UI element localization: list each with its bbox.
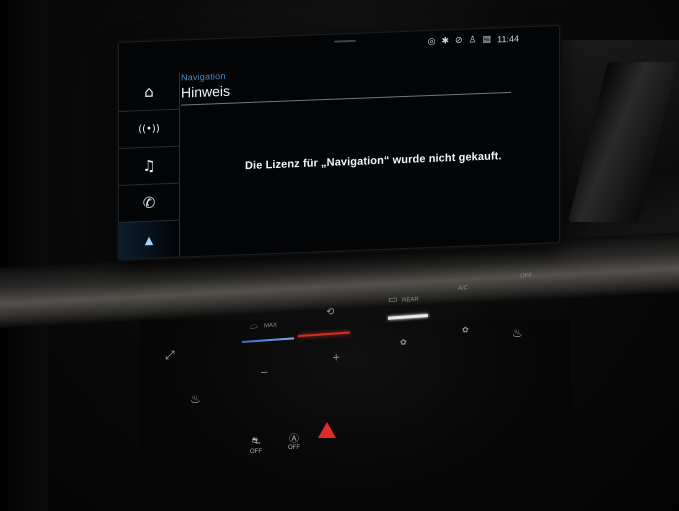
temp-minus-button[interactable]: −: [260, 367, 268, 379]
sidebar-item-media[interactable]: ♫: [119, 146, 179, 186]
fan-right-icon[interactable]: ✿: [462, 325, 469, 334]
rear-indicator: [388, 314, 428, 320]
sim-icon: ▤: [482, 34, 492, 45]
temp-right-indicator: [298, 331, 350, 338]
sidebar-item-phone[interactable]: ✆: [119, 183, 179, 223]
left-dash-edge: [0, 0, 48, 511]
sidebar-item-navigation[interactable]: ▲: [119, 220, 179, 260]
phone-icon: ✆: [142, 193, 156, 213]
music-note-icon: ♫: [142, 156, 156, 176]
recirculation-icon[interactable]: ⟲: [326, 307, 334, 319]
radio-icon: ((•)): [138, 122, 160, 135]
max-label: MAX: [264, 322, 278, 330]
seat-heat-right-icon[interactable]: ♨: [512, 326, 523, 340]
temp-plus-button[interactable]: +: [332, 352, 340, 364]
license-message: Die Lizenz für „Navigation“ wurde nicht …: [245, 150, 502, 173]
home-icon: ⌂: [144, 82, 154, 101]
infotainment-screen: ◎ ✱ ⊘ ♙ ▤ 11:44 ⌂ ((•)) ♫ ✆ ▲ Navigation…: [118, 25, 560, 260]
air-distribution-icon[interactable]: ⤢: [165, 348, 175, 363]
auto-hold-off-label: OFF: [288, 445, 300, 451]
location-icon: ◎: [427, 36, 436, 48]
ac-button[interactable]: A/C: [458, 285, 468, 292]
auto-hold-off-button[interactable]: Ⓐ OFF: [288, 430, 300, 451]
car-dashboard: ◎ ✱ ⊘ ♙ ▤ 11:44 ⌂ ((•)) ♫ ✆ ▲ Navigation…: [0, 0, 679, 511]
clock: 11:44: [497, 33, 519, 45]
main-sidebar: ⌂ ((•)) ♫ ✆ ▲: [119, 72, 180, 260]
sidebar-item-home[interactable]: ⌂: [119, 72, 179, 112]
pull-down-handle[interactable]: [334, 39, 356, 43]
esc-off-label: OFF: [250, 449, 262, 455]
esc-icon: ⛐: [251, 436, 261, 447]
auto-hold-icon: Ⓐ: [289, 434, 299, 445]
rear-defrost-icon[interactable]: ▭: [388, 294, 397, 306]
windshield-defrost-icon[interactable]: ⌓: [250, 320, 258, 332]
navigation-arrow-icon: ▲: [144, 233, 154, 247]
sidebar-item-radio[interactable]: ((•)): [119, 109, 179, 149]
page-header: Navigation Hinweis: [181, 60, 521, 106]
seat-heat-left-icon[interactable]: ♨: [190, 392, 201, 406]
bluetooth-icon: ✱: [441, 36, 449, 47]
rear-label: REAR: [402, 296, 419, 304]
person-icon: ♙: [468, 35, 477, 46]
status-bar: ◎ ✱ ⊘ ♙ ▤ 11:44: [428, 34, 519, 48]
fan-left-icon[interactable]: ✿: [400, 338, 407, 347]
off-button[interactable]: OFF: [520, 273, 532, 280]
esc-off-button[interactable]: ⛐ OFF: [250, 436, 262, 455]
hazard-button[interactable]: [318, 422, 336, 438]
signal-off-icon: ⊘: [455, 35, 463, 47]
temp-left-indicator: [242, 337, 294, 344]
